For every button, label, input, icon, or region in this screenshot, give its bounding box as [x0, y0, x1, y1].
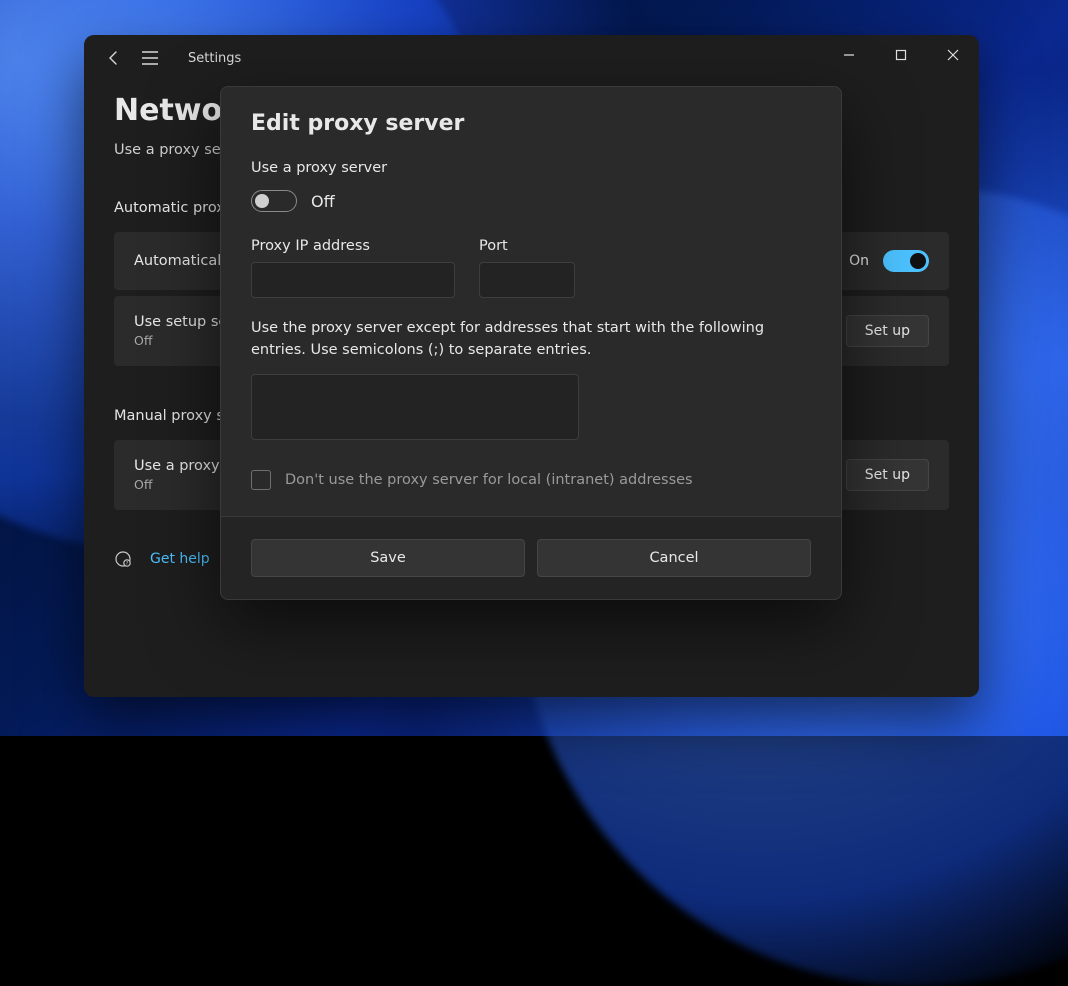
hamburger-icon[interactable]	[142, 51, 158, 65]
proxy-ip-label: Proxy IP address	[251, 238, 455, 254]
app-title: Settings	[188, 51, 241, 66]
edit-proxy-dialog: Edit proxy server Use a proxy server Off…	[220, 86, 842, 600]
auto-detect-label: Automatically	[134, 253, 234, 269]
manual-proxy-label: Use a proxy	[134, 458, 220, 474]
titlebar: Settings	[84, 35, 979, 81]
proxy-port-input[interactable]	[479, 262, 575, 298]
manual-proxy-state: Off	[134, 477, 220, 492]
use-proxy-toggle[interactable]	[251, 190, 297, 212]
exceptions-description: Use the proxy server except for addresse…	[251, 318, 811, 362]
get-help-link[interactable]: Get help	[150, 551, 210, 567]
back-icon[interactable]	[106, 50, 122, 66]
setup-script-button[interactable]: Set up	[846, 315, 929, 347]
cancel-button[interactable]: Cancel	[537, 539, 811, 577]
help-icon: ?	[114, 550, 132, 568]
dialog-title: Edit proxy server	[251, 111, 811, 136]
maximize-button[interactable]	[875, 35, 927, 75]
local-addresses-label: Don't use the proxy server for local (in…	[285, 472, 693, 488]
svg-text:?: ?	[126, 561, 129, 567]
close-button[interactable]	[927, 35, 979, 75]
minimize-button[interactable]	[823, 35, 875, 75]
proxy-ip-input[interactable]	[251, 262, 455, 298]
use-proxy-state: Off	[311, 192, 335, 211]
manual-proxy-button[interactable]: Set up	[846, 459, 929, 491]
local-addresses-checkbox[interactable]	[251, 470, 271, 490]
exceptions-input[interactable]	[251, 374, 579, 440]
auto-detect-state: On	[849, 253, 869, 269]
use-proxy-label: Use a proxy server	[251, 160, 811, 176]
save-button[interactable]: Save	[251, 539, 525, 577]
proxy-port-label: Port	[479, 238, 575, 254]
auto-detect-toggle[interactable]	[883, 250, 929, 272]
